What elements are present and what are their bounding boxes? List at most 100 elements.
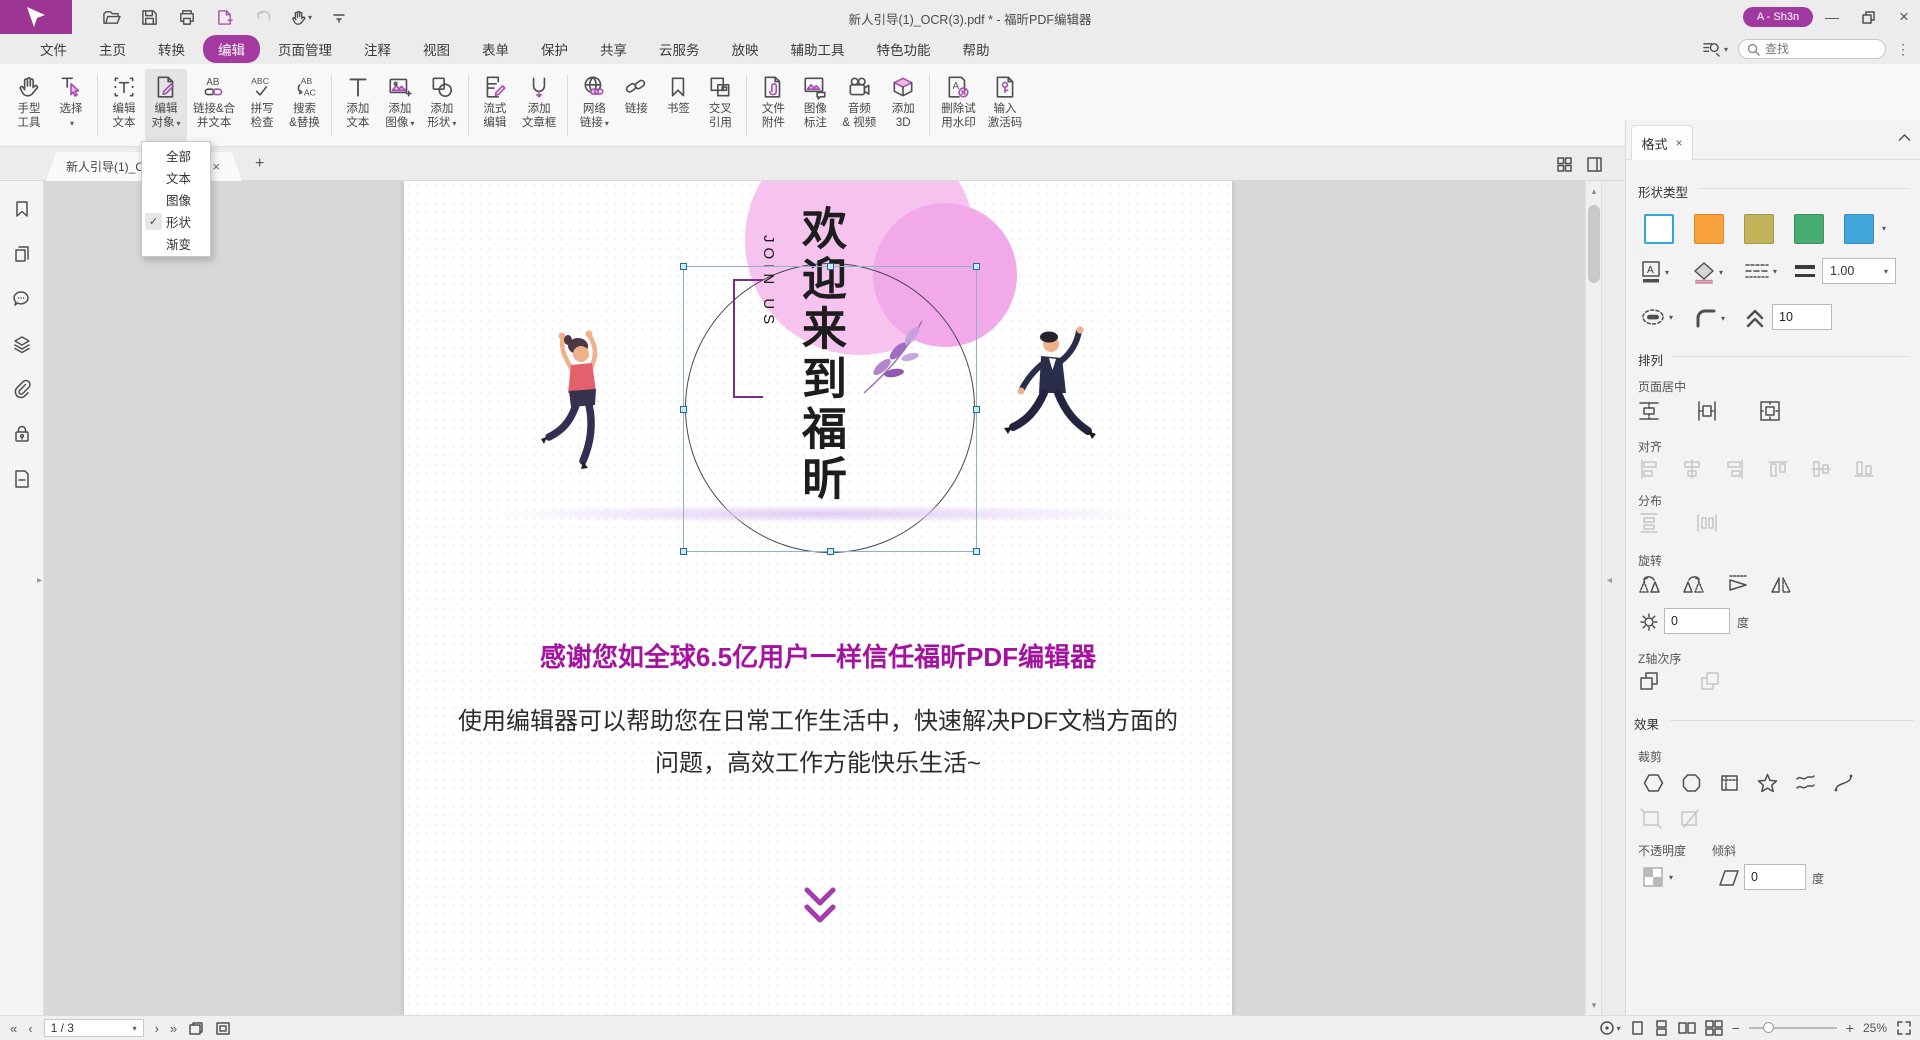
web-link-button[interactable]: 网络 链接▾	[573, 69, 615, 142]
link-join-text-button[interactable]: AB 链接&合 并文本	[187, 69, 241, 142]
close-button[interactable]: ×	[1889, 5, 1919, 29]
center-horizontal-button[interactable]	[1638, 400, 1660, 422]
audio-video-button[interactable]: 音频 & 视频	[836, 69, 882, 142]
selection-handle-w[interactable]	[680, 406, 687, 413]
edit-object-button[interactable]: 编辑 对象▾	[145, 69, 187, 142]
skew-input[interactable]	[1744, 864, 1806, 890]
search-box[interactable]	[1738, 39, 1886, 59]
tab-share[interactable]: 共享	[584, 35, 643, 63]
file-attachment-button[interactable]: 文件 附件	[752, 69, 794, 142]
crop-wave-button[interactable]	[1794, 772, 1817, 794]
continuous-facing-view-icon[interactable]	[1705, 1020, 1723, 1036]
dash-style-button[interactable]: ▾	[1744, 260, 1777, 282]
link-button[interactable]: 链接	[615, 69, 657, 142]
tab-close-icon[interactable]: ×	[212, 159, 220, 174]
edit-text-button[interactable]: 编辑 文本	[103, 69, 145, 142]
add-image-button[interactable]: 添加 图像▾	[379, 69, 421, 142]
tab-cloud[interactable]: 云服务	[643, 35, 716, 63]
zoom-slider[interactable]	[1749, 1027, 1837, 1029]
fill-color-button[interactable]: ▾	[1692, 260, 1723, 284]
select-button[interactable]: 选择 ▾	[50, 69, 92, 142]
crop-star-button[interactable]	[1756, 772, 1779, 794]
tab-comment[interactable]: 注释	[348, 35, 407, 63]
tab-view[interactable]: 视图	[407, 35, 466, 63]
flip-horizontal-button[interactable]	[1769, 574, 1793, 596]
image-annotation-button[interactable]: 图像 标注	[794, 69, 836, 142]
pdf-page[interactable]: JOIN US 欢迎来到福昕 感谢您如全球6.5亿用户一样信任福昕PDF编辑器 …	[404, 181, 1232, 1015]
fit-page-icon[interactable]	[215, 1021, 231, 1036]
shape-style-swatch-blue[interactable]	[1844, 214, 1874, 244]
align-center-h-button[interactable]	[1681, 458, 1703, 480]
opacity-button[interactable]: ▾	[1642, 866, 1673, 888]
right-panel-collapse-handle[interactable]: ◂	[1607, 575, 1612, 586]
scroll-up-arrow[interactable]: ▴	[1586, 183, 1601, 199]
spell-check-button[interactable]: ABC 拼写 检查	[241, 69, 283, 142]
send-backward-button[interactable]	[1699, 670, 1721, 692]
left-panel-collapse-handle[interactable]: ▸	[37, 575, 42, 586]
bookmark-button[interactable]: 书签	[657, 69, 699, 142]
zoom-out-button[interactable]: −	[1732, 1020, 1740, 1036]
scroll-down-arrow[interactable]: ▾	[1586, 997, 1601, 1013]
attachments-panel-icon[interactable]	[8, 375, 36, 403]
crop-curve-button[interactable]	[1832, 772, 1855, 794]
hand-tool-icon[interactable]: ▾	[290, 7, 312, 27]
more-options-button[interactable]: ⋮	[1896, 41, 1910, 58]
selection-handle-ne[interactable]	[973, 263, 980, 270]
remove-trial-watermark-button[interactable]: A 删除试 用水印	[935, 69, 982, 142]
document-viewport[interactable]: JOIN US 欢迎来到福昕 感谢您如全球6.5亿用户一样信任福昕PDF编辑器 …	[44, 181, 1601, 1015]
cross-reference-button[interactable]: 交叉 引用	[699, 69, 741, 142]
bookmarks-panel-icon[interactable]	[8, 195, 36, 223]
document-scrollbar[interactable]: ▴ ▾	[1585, 181, 1601, 1015]
flow-edit-button[interactable]: 流式 编辑	[474, 69, 516, 142]
tab-form[interactable]: 表单	[466, 35, 525, 63]
shape-style-swatch-white[interactable]	[1644, 214, 1674, 244]
format-tab[interactable]: 格式 ×	[1631, 125, 1693, 160]
tab-help[interactable]: 帮助	[947, 35, 1006, 63]
minimize-button[interactable]: —	[1817, 5, 1847, 29]
user-account-badge[interactable]: A - Sh3n	[1743, 7, 1813, 27]
scrollbar-thumb[interactable]	[1588, 205, 1600, 283]
tab-edit[interactable]: 编辑	[203, 35, 260, 63]
selection-handle-s[interactable]	[827, 548, 834, 555]
tab-present[interactable]: 放映	[716, 35, 775, 63]
add-3d-button[interactable]: 添加 3D	[882, 69, 924, 142]
add-text-button[interactable]: 添加 文本	[337, 69, 379, 142]
new-tab-button[interactable]: +	[255, 155, 264, 173]
center-both-button[interactable]	[1759, 400, 1781, 422]
layers-panel-icon[interactable]	[8, 330, 36, 358]
security-panel-icon[interactable]	[8, 420, 36, 448]
align-right-button[interactable]	[1724, 458, 1746, 480]
selection-handle-sw[interactable]	[680, 548, 687, 555]
tab-home[interactable]: 主页	[83, 35, 142, 63]
selection-handle-n[interactable]	[827, 263, 834, 270]
save-icon[interactable]	[138, 7, 160, 27]
open-folder-icon[interactable]	[100, 7, 122, 27]
line-cap-button[interactable]: ▾	[1640, 306, 1673, 328]
tab-convert[interactable]: 转换	[142, 35, 201, 63]
distribute-horizontal-button[interactable]	[1696, 512, 1718, 534]
actual-size-icon[interactable]	[188, 1021, 204, 1036]
menu-item-shape[interactable]: ✓形状	[142, 210, 210, 232]
shape-style-swatch-green[interactable]	[1794, 214, 1824, 244]
menu-item-image[interactable]: 图像	[142, 188, 210, 210]
crop-remove-button[interactable]	[1678, 808, 1701, 830]
corner-style-button[interactable]: ▾	[1694, 306, 1725, 330]
restore-button[interactable]	[1853, 5, 1883, 29]
first-page-button[interactable]: «	[10, 1021, 17, 1036]
crop-octagon-button[interactable]	[1680, 772, 1703, 794]
tab-accessibility[interactable]: 辅助工具	[775, 35, 861, 63]
line-weight-icon[interactable]	[1794, 262, 1816, 280]
corner-radius-input[interactable]	[1772, 304, 1832, 330]
last-page-button[interactable]: »	[170, 1021, 177, 1036]
menu-item-text[interactable]: 文本	[142, 166, 210, 188]
hand-tool-button[interactable]: 手型 工具	[8, 69, 50, 142]
selection-handle-se[interactable]	[973, 548, 980, 555]
print-icon[interactable]	[176, 7, 198, 27]
crop-rectangle-button[interactable]	[1718, 772, 1741, 794]
align-top-button[interactable]	[1767, 458, 1789, 480]
destinations-panel-icon[interactable]	[8, 465, 36, 493]
shape-style-swatch-orange[interactable]	[1694, 214, 1724, 244]
page-thumbnails-icon[interactable]	[8, 240, 36, 268]
swatch-more-caret[interactable]: ▾	[1882, 224, 1886, 233]
shape-style-swatch-khaki[interactable]	[1744, 214, 1774, 244]
